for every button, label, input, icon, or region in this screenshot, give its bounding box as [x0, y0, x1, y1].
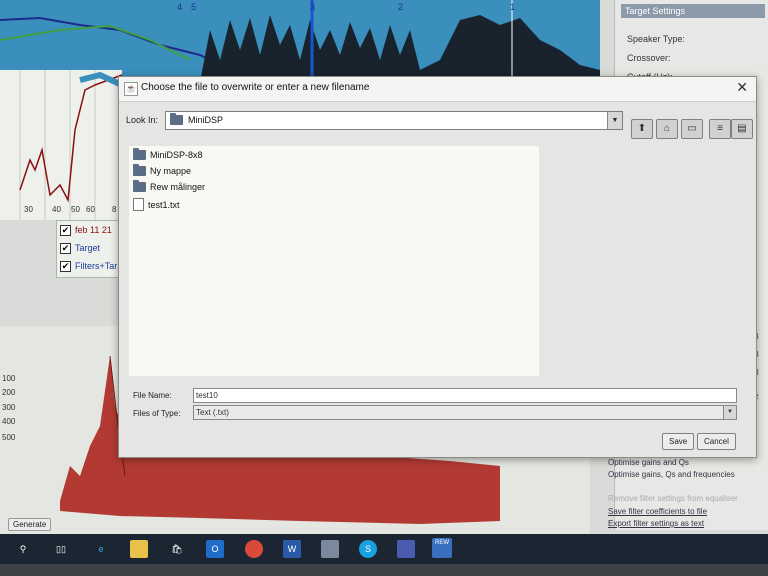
look-in-combo[interactable]: MiniDSP ▼: [165, 111, 623, 130]
checkbox[interactable]: ✔: [60, 260, 71, 272]
new-folder-button[interactable]: ▭: [681, 119, 703, 139]
store-icon[interactable]: 🛍: [168, 540, 186, 558]
outlook-icon[interactable]: O: [206, 540, 224, 558]
crossover-label: Crossover:: [627, 53, 671, 63]
axis-tick: 100: [2, 374, 16, 383]
look-in-label: Look In:: [126, 115, 159, 125]
freq-tick: 40: [52, 205, 61, 214]
legend-item[interactable]: ✔ Filters+Tar: [60, 259, 117, 273]
close-icon[interactable]: ✕: [736, 79, 748, 96]
app-icon[interactable]: [321, 540, 339, 558]
file-type-value: Text (.txt): [196, 408, 229, 417]
file-name: MiniDSP-8x8: [150, 150, 203, 160]
save-file-dialog: ☕ Choose the file to overwrite or enter …: [118, 76, 757, 458]
skype-icon[interactable]: S: [359, 540, 377, 558]
file-name-label: File Name:: [133, 391, 172, 400]
chrome-icon[interactable]: [245, 540, 263, 558]
freq-tick: 50: [71, 205, 80, 214]
checkbox[interactable]: ✔: [60, 242, 71, 254]
legend-label: feb 11 21: [75, 225, 112, 235]
file-type-select[interactable]: Text (.txt) ▼: [193, 405, 737, 420]
file-name-input[interactable]: test10: [193, 388, 737, 403]
word-icon[interactable]: W: [283, 540, 301, 558]
monitor-bezel: [0, 564, 768, 576]
list-item[interactable]: Rew målinger: [133, 180, 206, 192]
rew-icon[interactable]: REW: [432, 538, 452, 558]
teams-icon[interactable]: [397, 540, 415, 558]
marker-4: 4: [177, 2, 183, 12]
list-item[interactable]: Ny mappe: [133, 164, 192, 176]
marker-1: 1: [510, 2, 516, 12]
file-name: Ny mappe: [150, 166, 192, 176]
dialog-titlebar[interactable]: ☕ Choose the file to overwrite or enter …: [119, 77, 756, 102]
frequency-response-plot: [0, 70, 122, 220]
folder-icon: [170, 113, 183, 125]
legend-label: Filters+Tar: [75, 261, 118, 271]
chevron-down-icon[interactable]: ▼: [607, 112, 622, 129]
java-icon: ☕: [124, 82, 138, 96]
file-type-label: Files of Type:: [133, 409, 181, 418]
dialog-title: Choose the file to overwrite or enter a …: [141, 82, 370, 93]
marker-3: 3: [310, 2, 316, 12]
list-item[interactable]: test1.txt: [133, 198, 180, 211]
marker-2: 2: [398, 2, 404, 12]
folder-icon: [133, 148, 146, 160]
freq-tick: 60: [86, 205, 95, 214]
optimise-all-link[interactable]: Optimise gains, Qs and frequencies: [608, 470, 735, 479]
screen: 4 5 3 2 1 30 40 50 60 8 ✔ feb 11 21 ✔ Ta…: [0, 0, 768, 540]
file-name: test1.txt: [148, 199, 180, 210]
speaker-type-label: Speaker Type:: [627, 34, 685, 44]
remove-filter-link[interactable]: Remove filter settings from equaliser: [608, 494, 738, 503]
checkbox[interactable]: ✔: [60, 224, 71, 236]
legend-label: Target: [75, 243, 101, 253]
freq-tick: 30: [24, 205, 33, 214]
marker-5: 5: [191, 2, 197, 12]
file-list: MiniDSP-8x8 Ny mappe Rew målinger test1.…: [129, 146, 539, 376]
axis-tick: 200: [2, 388, 16, 397]
generate-button[interactable]: Generate: [8, 518, 52, 531]
list-item[interactable]: MiniDSP-8x8: [133, 148, 203, 160]
cancel-button[interactable]: Cancel: [697, 433, 736, 450]
file-explorer-icon[interactable]: [130, 540, 148, 558]
panel-title: Target Settings: [621, 4, 765, 18]
axis-tick: 400: [2, 417, 16, 426]
save-coefficients-link[interactable]: Save filter coefficients to file: [608, 507, 707, 516]
edge-icon[interactable]: e: [92, 540, 110, 558]
details-view-button[interactable]: ▤: [731, 119, 753, 139]
windows-taskbar: ⚲ ▯▯ e 🛍 O W S REW: [0, 534, 768, 564]
home-button[interactable]: ⌂: [656, 119, 678, 139]
list-view-button[interactable]: ≡: [709, 119, 731, 139]
task-view-icon[interactable]: ▯▯: [52, 540, 70, 558]
up-folder-button[interactable]: ⬆: [631, 119, 653, 139]
legend-item[interactable]: ✔ Target: [60, 241, 100, 255]
axis-tick: 300: [2, 403, 16, 412]
export-settings-link[interactable]: Export filter settings as text: [608, 519, 704, 528]
document-icon: [133, 198, 144, 211]
look-in-value: MiniDSP: [188, 115, 224, 125]
axis-tick: 500: [2, 433, 16, 442]
legend-item[interactable]: ✔ feb 11 21: [60, 223, 112, 237]
folder-icon: [133, 180, 146, 192]
save-button[interactable]: Save: [662, 433, 695, 450]
file-name: Rew målinger: [150, 182, 206, 192]
folder-icon: [133, 164, 146, 176]
graph-legend: ✔ feb 11 21 ✔ Target ✔ Filters+Tar: [56, 220, 124, 278]
freq-tick: 8: [112, 205, 117, 214]
search-icon[interactable]: ⚲: [14, 540, 32, 558]
optimise-gains-qs-link[interactable]: Optimise gains and Qs: [608, 458, 689, 467]
chevron-down-icon[interactable]: ▼: [723, 406, 736, 419]
